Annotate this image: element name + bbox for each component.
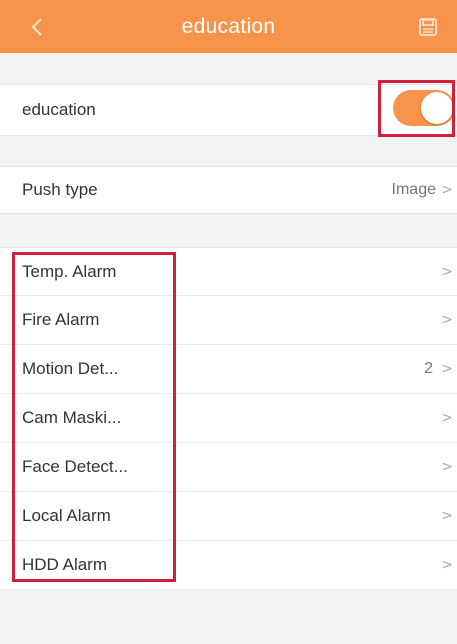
alarm-label: HDD Alarm — [22, 555, 108, 574]
alarm-row[interactable]: Cam Maski... > — [0, 394, 457, 443]
alarm-label: Motion Det... — [22, 359, 119, 378]
toggle-knob — [421, 92, 453, 124]
alarm-row[interactable]: Face Detect... > — [0, 443, 457, 492]
alarm-label: Cam Maski... — [22, 408, 122, 427]
back-button[interactable] — [22, 12, 52, 42]
chevron-left-icon — [31, 18, 42, 36]
top-bar: education — [0, 0, 457, 53]
alarm-row[interactable]: Temp. Alarm > — [0, 247, 457, 296]
page-title: education — [181, 14, 276, 38]
chevron-right-icon: > — [441, 410, 453, 426]
chevron-right-icon: > — [441, 459, 453, 475]
chevron-right-icon: > — [441, 557, 453, 573]
alarm-row[interactable]: Fire Alarm > — [0, 296, 457, 345]
alarm-label: Local Alarm — [22, 506, 111, 525]
chevron-right-icon: > — [441, 361, 453, 377]
alarm-row[interactable]: Motion Det... 2 > — [0, 345, 457, 394]
save-button[interactable] — [415, 14, 441, 40]
alarm-count: 2 — [424, 360, 433, 377]
push-type-row[interactable]: Push type Image > — [0, 166, 457, 214]
chevron-right-icon: > — [441, 508, 453, 524]
education-toggle-row: education — [0, 84, 457, 136]
alarm-label: Fire Alarm — [22, 310, 100, 329]
education-toggle-switch[interactable] — [393, 90, 455, 126]
chevron-right-icon: > — [441, 263, 453, 280]
alarm-row[interactable]: HDD Alarm > — [0, 541, 457, 590]
chevron-right-icon: > — [441, 182, 453, 198]
alarm-row[interactable]: Local Alarm > — [0, 492, 457, 541]
push-type-label: Push type — [22, 180, 98, 199]
education-toggle-label: education — [22, 100, 96, 119]
save-icon — [419, 18, 437, 36]
chevron-right-icon: > — [441, 312, 453, 328]
push-type-value: Image — [391, 181, 436, 198]
alarm-label: Temp. Alarm — [22, 261, 117, 281]
alarm-label: Face Detect... — [22, 457, 128, 476]
